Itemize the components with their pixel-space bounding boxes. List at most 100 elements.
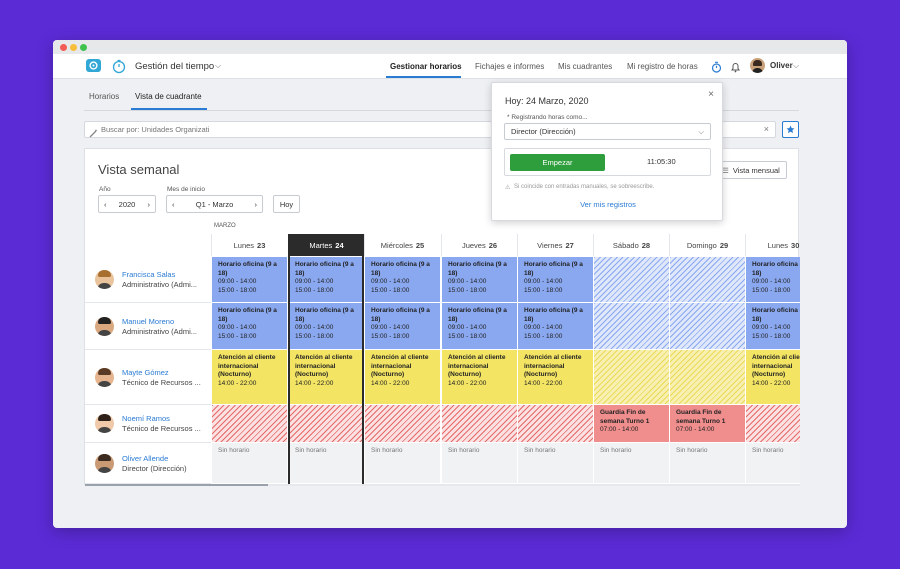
shift-time: 09:00 - 14:00 [524, 278, 563, 285]
no-schedule-text: Sin horario [218, 447, 250, 454]
year-selector[interactable]: ‹ 2020 › [98, 195, 156, 213]
nav-mis-cuadrantes[interactable]: Mis cuadrantes [558, 62, 612, 71]
start-button[interactable]: Empezar [510, 154, 605, 171]
shift-time: 14:00 - 22:00 [448, 379, 487, 387]
timer-icon[interactable] [711, 60, 722, 78]
app-title[interactable]: Gestión del tiempo [135, 61, 214, 72]
monthly-view-button[interactable]: ☰ Vista mensual [715, 161, 787, 179]
shift-weekend-guard[interactable]: Guardia Fin de semana Turno 1 07:00 - 14:… [669, 405, 745, 443]
employee-name[interactable]: Mayte Gómez [122, 368, 201, 377]
unavailable-cell[interactable] [364, 405, 440, 443]
unavailable-cell[interactable] [669, 350, 745, 405]
shift-customer-service[interactable]: Atención al cliente internacional (Noctu… [517, 350, 593, 405]
unavailable-cell[interactable] [288, 405, 364, 443]
maximize-window-button[interactable] [80, 44, 87, 51]
day-name: Sábado [612, 240, 639, 250]
no-schedule-cell[interactable]: Sin horario [441, 443, 517, 484]
day-header-0: Lunes 23 [211, 234, 287, 256]
nav-fichajes-informes[interactable]: Fichajes e informes [475, 62, 544, 71]
no-schedule-cell[interactable]: Sin horario [517, 443, 593, 484]
chevron-right-icon[interactable]: › [148, 200, 151, 209]
search-input[interactable] [101, 123, 401, 136]
horizontal-scrollbar[interactable] [85, 484, 800, 486]
shift-time: 09:00 - 14:00 [295, 278, 334, 285]
shift-office[interactable]: Horario oficina (9 a 18)09:00 - 14:0015:… [745, 303, 800, 350]
shift-customer-service[interactable]: Atención al cliente internacional (Noctu… [745, 350, 800, 405]
timer-value: 11:05:30 [647, 157, 676, 166]
user-avatar[interactable] [750, 58, 765, 73]
chevron-left-icon[interactable]: ‹ [172, 200, 175, 209]
no-schedule-cell[interactable]: Sin horario [745, 443, 800, 484]
month-selector[interactable]: ‹ Q1 - Marzo › [166, 195, 263, 213]
shift-customer-service[interactable]: Atención al cliente internacional (Noctu… [441, 350, 517, 405]
shift-time: 09:00 - 14:00 [448, 324, 487, 331]
no-schedule-cell[interactable]: Sin horario [211, 443, 287, 484]
nav-mi-registro-horas[interactable]: Mi registro de horas [627, 62, 698, 71]
subtab-vista-cuadrante[interactable]: Vista de cuadrante [135, 92, 202, 101]
shift-office[interactable]: Horario oficina (9 a 18)09:00 - 14:0015:… [364, 257, 440, 303]
bell-icon[interactable] [730, 60, 741, 78]
employee-row-header: Noemí Ramos Técnico de Recursos ... [85, 405, 211, 443]
shift-customer-service[interactable]: Atención al cliente internacional (Noctu… [288, 350, 364, 405]
scrollbar-thumb[interactable] [85, 484, 268, 486]
shift-office[interactable]: Horario oficina (9 a 18)09:00 - 14:0015:… [364, 303, 440, 350]
stopwatch-icon[interactable] [111, 58, 127, 79]
minimize-window-button[interactable] [70, 44, 77, 51]
employee-name[interactable]: Noemí Ramos [122, 414, 201, 423]
shift-office[interactable]: Horario oficina (9 a 18)09:00 - 14:0015:… [288, 303, 364, 350]
unavailable-cell[interactable] [211, 405, 287, 443]
day-header-2: Miércoles 25 [364, 234, 440, 256]
chevron-left-icon[interactable]: ‹ [104, 200, 107, 209]
role-select[interactable]: Director (Dirección) ⌵ [504, 123, 711, 140]
warning-icon: ⚠ [505, 185, 511, 191]
day-header-7: Lunes 30 [745, 234, 800, 256]
subtab-horarios[interactable]: Horarios [89, 92, 119, 101]
employee-role: Administrativo (Admi... [122, 280, 198, 289]
unavailable-cell[interactable] [441, 405, 517, 443]
unavailable-cell[interactable] [669, 257, 745, 303]
nav-gestionar-horarios[interactable]: Gestionar horarios [390, 62, 462, 71]
shift-weekend-guard[interactable]: Guardia Fin de semana Turno 1 07:00 - 14:… [593, 405, 669, 443]
shift-title: Horario oficina (9 a 18) [524, 261, 583, 277]
chevron-down-icon[interactable]: ⌵ [215, 61, 221, 71]
unavailable-cell[interactable] [669, 303, 745, 350]
shift-time: 07:00 - 14:00 [600, 426, 639, 433]
today-button[interactable]: Hoy [273, 195, 300, 213]
no-schedule-cell[interactable]: Sin horario [364, 443, 440, 484]
chevron-down-icon[interactable]: ⌵ [793, 61, 799, 71]
shift-office[interactable]: Horario oficina (9 a 18)09:00 - 14:0015:… [517, 257, 593, 303]
no-schedule-cell[interactable]: Sin horario [288, 443, 364, 484]
page-title: Vista semanal [98, 162, 180, 177]
unavailable-cell[interactable] [517, 405, 593, 443]
employee-name[interactable]: Manuel Moreno [122, 317, 197, 326]
shift-office[interactable]: Horario oficina (9 a 18)09:00 - 14:0015:… [211, 303, 287, 350]
day-number: 29 [719, 240, 729, 250]
shift-customer-service[interactable]: Atención al cliente internacional (Noctu… [364, 350, 440, 405]
shift-office[interactable]: Horario oficina (9 a 18)09:00 - 14:0015:… [745, 257, 800, 303]
unavailable-cell[interactable] [745, 405, 800, 443]
unavailable-cell[interactable] [593, 303, 669, 350]
employee-name[interactable]: Oliver Allende [122, 454, 187, 463]
favorite-button[interactable] [782, 121, 799, 138]
chevron-right-icon[interactable]: › [254, 200, 257, 209]
unavailable-cell[interactable] [593, 350, 669, 405]
shift-time: 09:00 - 14:00 [218, 324, 257, 331]
view-records-link[interactable]: Ver mis registros [492, 200, 724, 209]
unavailable-cell[interactable] [593, 257, 669, 303]
shift-office[interactable]: Horario oficina (9 a 18)09:00 - 14:0015:… [441, 257, 517, 303]
shift-title: Guardia Fin de semana Turno 1 [676, 409, 726, 425]
clear-search-icon[interactable]: × [764, 124, 769, 134]
shift-office[interactable]: Horario oficina (9 a 18)09:00 - 14:0015:… [211, 257, 287, 303]
day-number: 27 [565, 240, 574, 250]
shift-office[interactable]: Horario oficina (9 a 18)09:00 - 14:0015:… [517, 303, 593, 350]
close-icon[interactable]: × [708, 89, 714, 100]
shift-customer-service[interactable]: Atención al cliente internacional (Noctu… [211, 350, 287, 405]
no-schedule-cell[interactable]: Sin horario [593, 443, 669, 484]
employee-row-header: Manuel Moreno Administrativo (Admi... [85, 303, 211, 350]
no-schedule-cell[interactable]: Sin horario [669, 443, 745, 484]
shift-office[interactable]: Horario oficina (9 a 18)09:00 - 14:0015:… [441, 303, 517, 350]
employee-name[interactable]: Francisca Salas [122, 270, 197, 279]
user-name[interactable]: Oliver [770, 61, 793, 70]
shift-office[interactable]: Horario oficina (9 a 18)09:00 - 14:0015:… [288, 257, 364, 303]
close-window-button[interactable] [60, 44, 67, 51]
